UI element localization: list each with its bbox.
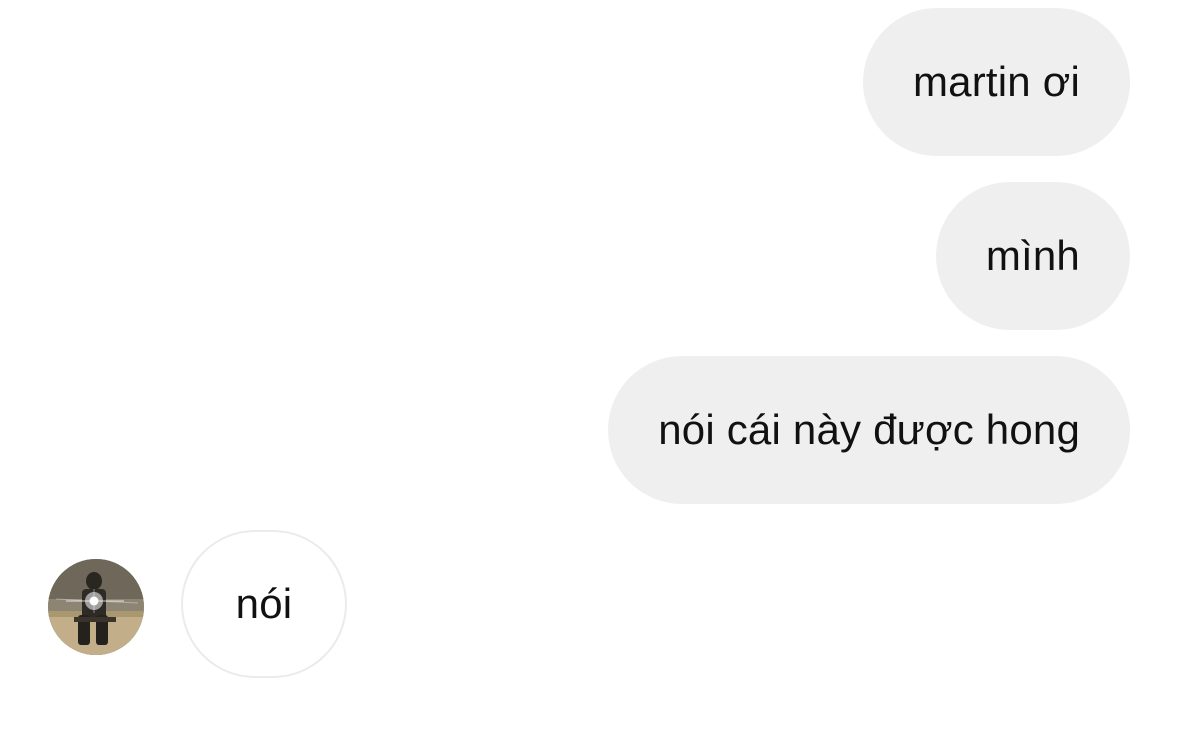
outgoing-message-bubble[interactable]: mình [935, 182, 1130, 330]
message-text: nói [235, 580, 293, 627]
chat-thread: martin ơi mình nói cái này được hong nói [0, 0, 1179, 734]
sender-avatar[interactable] [48, 559, 144, 655]
message-text: mình [985, 232, 1080, 279]
outgoing-message-bubble[interactable]: nói cái này được hong [608, 356, 1130, 504]
avatar-photo-icon [48, 559, 144, 655]
outgoing-message-bubble[interactable]: martin ơi [862, 8, 1130, 156]
incoming-message-bubble[interactable]: nói [181, 530, 347, 678]
message-text: martin ơi [912, 58, 1080, 105]
message-text: nói cái này được hong [658, 406, 1080, 453]
